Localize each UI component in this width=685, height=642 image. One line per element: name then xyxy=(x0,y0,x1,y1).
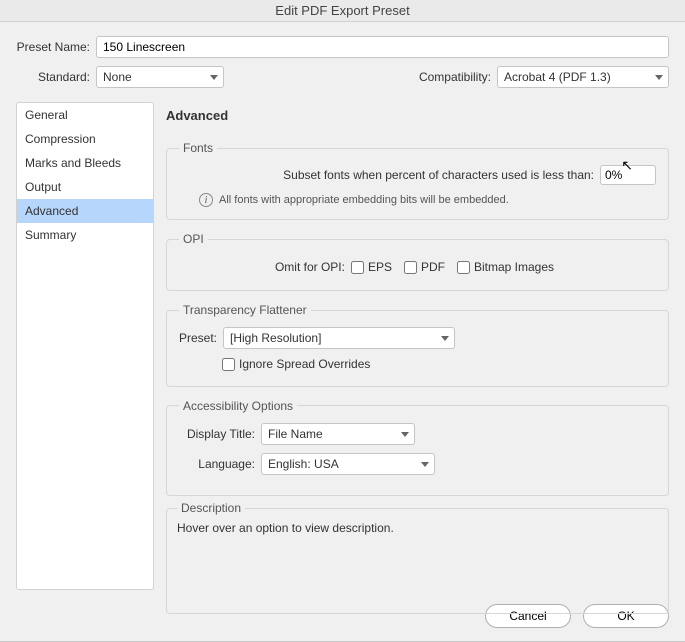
language-label: Language: xyxy=(179,457,255,471)
sidebar-item-general[interactable]: General xyxy=(17,103,153,127)
eps-label: EPS xyxy=(368,260,392,274)
flattener-preset-select[interactable]: [High Resolution] xyxy=(223,327,455,349)
pdf-label: PDF xyxy=(421,260,445,274)
display-title-select[interactable]: File Name xyxy=(261,423,415,445)
opi-group: OPI Omit for OPI: EPS PDF Bitmap Images xyxy=(166,232,669,291)
fonts-group: Fonts Subset fonts when percent of chara… xyxy=(166,141,669,220)
subset-fonts-label: Subset fonts when percent of characters … xyxy=(283,168,594,182)
bitmap-label: Bitmap Images xyxy=(474,260,554,274)
ignore-spread-checkbox[interactable]: Ignore Spread Overrides xyxy=(222,357,370,371)
ignore-spread-label: Ignore Spread Overrides xyxy=(239,357,370,371)
standard-label: Standard: xyxy=(16,70,96,84)
window-title: Edit PDF Export Preset xyxy=(0,0,685,22)
description-text: Hover over an option to view description… xyxy=(177,521,658,535)
bitmap-checkbox[interactable]: Bitmap Images xyxy=(457,260,554,274)
fonts-info-text: All fonts with appropriate embedding bit… xyxy=(219,194,509,206)
accessibility-legend: Accessibility Options xyxy=(179,399,297,413)
sidebar-item-summary[interactable]: Summary xyxy=(17,223,153,247)
omit-for-opi-label: Omit for OPI: xyxy=(275,260,345,274)
display-title-label: Display Title: xyxy=(179,427,255,441)
language-select[interactable]: English: USA xyxy=(261,453,435,475)
eps-checkbox[interactable]: EPS xyxy=(351,260,392,274)
transparency-group: Transparency Flattener Preset: [High Res… xyxy=(166,303,669,387)
dialog-window: Edit PDF Export Preset Preset Name: Stan… xyxy=(0,0,685,642)
opi-legend: OPI xyxy=(179,232,208,246)
standard-select[interactable]: None xyxy=(96,66,224,88)
sidebar-item-compression[interactable]: Compression xyxy=(17,127,153,151)
sidebar-item-advanced[interactable]: Advanced xyxy=(17,199,153,223)
sidebar-item-output[interactable]: Output xyxy=(17,175,153,199)
description-legend: Description xyxy=(177,501,245,515)
preset-name-label: Preset Name: xyxy=(16,40,96,54)
transparency-legend: Transparency Flattener xyxy=(179,303,311,317)
description-group: Description Hover over an option to view… xyxy=(166,508,669,614)
compatibility-select[interactable]: Acrobat 4 (PDF 1.3) xyxy=(497,66,669,88)
compatibility-label: Compatibility: xyxy=(419,70,497,84)
category-sidebar: GeneralCompressionMarks and BleedsOutput… xyxy=(16,102,154,590)
accessibility-group: Accessibility Options Display Title: Fil… xyxy=(166,399,669,496)
sidebar-item-marks-and-bleeds[interactable]: Marks and Bleeds xyxy=(17,151,153,175)
subset-percent-input[interactable] xyxy=(600,165,656,185)
advanced-panel: Advanced Fonts Subset fonts when percent… xyxy=(166,102,669,590)
info-icon: i xyxy=(199,193,213,207)
flattener-preset-label: Preset: xyxy=(179,331,217,345)
preset-name-input[interactable] xyxy=(96,36,669,58)
top-form: Preset Name: Standard: None Compatibilit… xyxy=(0,22,685,102)
pdf-checkbox[interactable]: PDF xyxy=(404,260,445,274)
fonts-legend: Fonts xyxy=(179,141,217,155)
panel-heading: Advanced xyxy=(166,108,669,123)
